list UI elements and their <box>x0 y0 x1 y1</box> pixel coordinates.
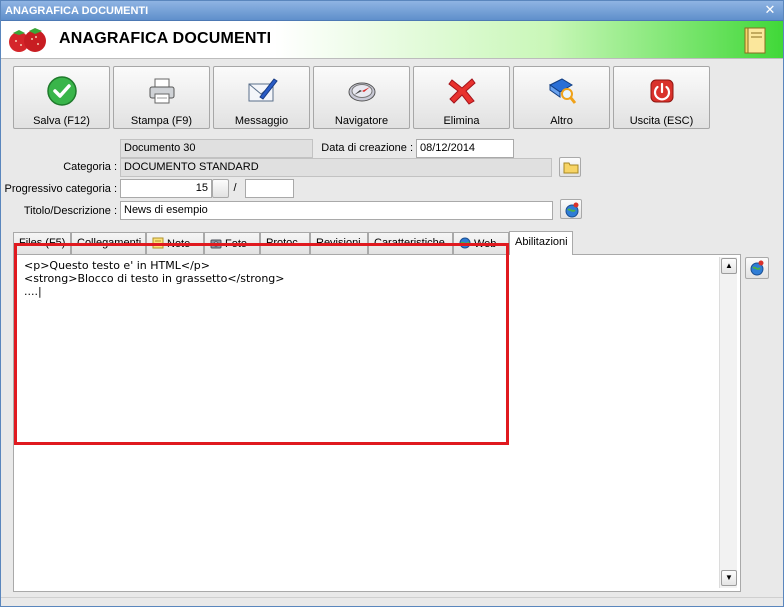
tab-revisions-label: Revisioni <box>316 237 361 249</box>
globe-icon <box>565 202 579 218</box>
title-web-button[interactable] <box>560 199 582 219</box>
tab-web[interactable]: Web <box>453 232 509 254</box>
close-button[interactable]: ✕ <box>763 3 777 17</box>
print-label: Stampa (F9) <box>130 115 193 127</box>
print-button[interactable]: Stampa (F9) <box>113 66 210 129</box>
compass-icon <box>348 82 376 102</box>
tab-photos-label: Foto <box>225 238 248 250</box>
progressive-field[interactable]: 15 <box>120 179 212 198</box>
message-label: Messaggio <box>234 115 289 127</box>
creation-date-label: Data di creazione : <box>321 142 413 154</box>
progressive-separator: / <box>233 182 237 194</box>
tab-files-label: Files (F5) <box>19 237 66 249</box>
editor-line: <p>Questo testo e' in HTML</p> <box>24 259 210 272</box>
tab-protocol[interactable]: Protoc. <box>260 232 310 254</box>
progressive-spin-button[interactable] <box>212 179 229 198</box>
editor-line: ....| <box>24 285 42 298</box>
window-title: ANAGRAFICA DOCUMENTI <box>5 5 149 17</box>
globe-icon <box>750 260 764 276</box>
title-field[interactable]: News di esempio <box>120 201 553 220</box>
save-label: Salva (F12) <box>33 115 90 127</box>
editor-line: <strong>Blocco di testo in grassetto</st… <box>24 272 285 285</box>
note-icon <box>152 237 164 249</box>
envelope-pen-icon <box>248 78 278 102</box>
folder-icon <box>563 162 579 174</box>
other-button[interactable]: Altro <box>513 66 610 129</box>
title-label: Titolo/Descrizione : <box>23 205 117 217</box>
delete-label: Elimina <box>443 115 480 127</box>
save-button[interactable]: Salva (F12) <box>13 66 110 129</box>
tab-links[interactable]: Collegamenti <box>71 232 146 254</box>
power-icon <box>650 79 674 103</box>
category-folder-button[interactable] <box>559 157 581 177</box>
progressive-label: Progressivo categoria : <box>4 183 118 195</box>
check-icon <box>47 76 77 106</box>
tab-notes-label: Note <box>167 238 191 250</box>
scroll-up-arrow[interactable]: ▲ <box>721 258 737 274</box>
tab-files[interactable]: Files (F5) <box>13 232 71 254</box>
creation-date-field[interactable]: 08/12/2014 <box>416 139 514 158</box>
exit-label: Uscita (ESC) <box>629 115 694 127</box>
document-name-field: Documento 30 <box>120 139 313 158</box>
progressive-suffix-field[interactable] <box>245 179 294 198</box>
header-band: ANAGRAFICA DOCUMENTI <box>1 21 783 59</box>
tab-web-label: Web <box>474 238 497 250</box>
category-label: Categoria : <box>63 161 117 173</box>
category-field: DOCUMENTO STANDARD <box>120 158 552 177</box>
exit-button[interactable]: Uscita (ESC) <box>613 66 710 129</box>
tab-permissions-label: Abilitazioni <box>515 236 568 248</box>
printer-icon <box>149 78 175 104</box>
navigator-label: Navigatore <box>334 115 389 127</box>
strawberry-icon <box>9 28 46 52</box>
editor-scrollbar[interactable]: ▲ ▼ <box>719 257 737 588</box>
page-title: ANAGRAFICA DOCUMENTI <box>59 30 272 47</box>
tab-notes[interactable]: Note <box>146 232 204 254</box>
delete-button[interactable]: Elimina <box>413 66 510 129</box>
document-registry-window: ANAGRAFICA DOCUMENTI ✕ ANAGRAFICA DOCUME… <box>0 0 784 607</box>
tab-photos[interactable]: Foto <box>204 232 260 254</box>
book-magnifier-icon <box>549 78 577 104</box>
tab-features[interactable]: Caratteristiche <box>368 232 453 254</box>
tab-protocol-label: Protoc. <box>266 237 301 249</box>
scroll-down-arrow[interactable]: ▼ <box>721 570 737 586</box>
tab-links-label: Collegamenti <box>77 237 142 249</box>
tab-features-label: Caratteristiche <box>374 237 445 249</box>
globe-icon <box>459 237 471 249</box>
status-bar <box>1 597 783 606</box>
title-bar: ANAGRAFICA DOCUMENTI ✕ <box>1 1 783 21</box>
tab-permissions[interactable]: Abilitazioni <box>509 231 573 255</box>
message-button[interactable]: Messaggio <box>213 66 310 129</box>
editor-web-button[interactable] <box>745 257 769 279</box>
red-x-icon <box>448 78 476 105</box>
tab-revisions[interactable]: Revisioni <box>310 232 368 254</box>
html-editor[interactable]: <p>Questo testo e' in HTML</p> <strong>Bl… <box>20 257 718 587</box>
book-icon <box>744 27 766 54</box>
navigator-button[interactable]: Navigatore <box>313 66 410 129</box>
camera-icon <box>210 239 222 249</box>
other-label: Altro <box>550 115 573 127</box>
